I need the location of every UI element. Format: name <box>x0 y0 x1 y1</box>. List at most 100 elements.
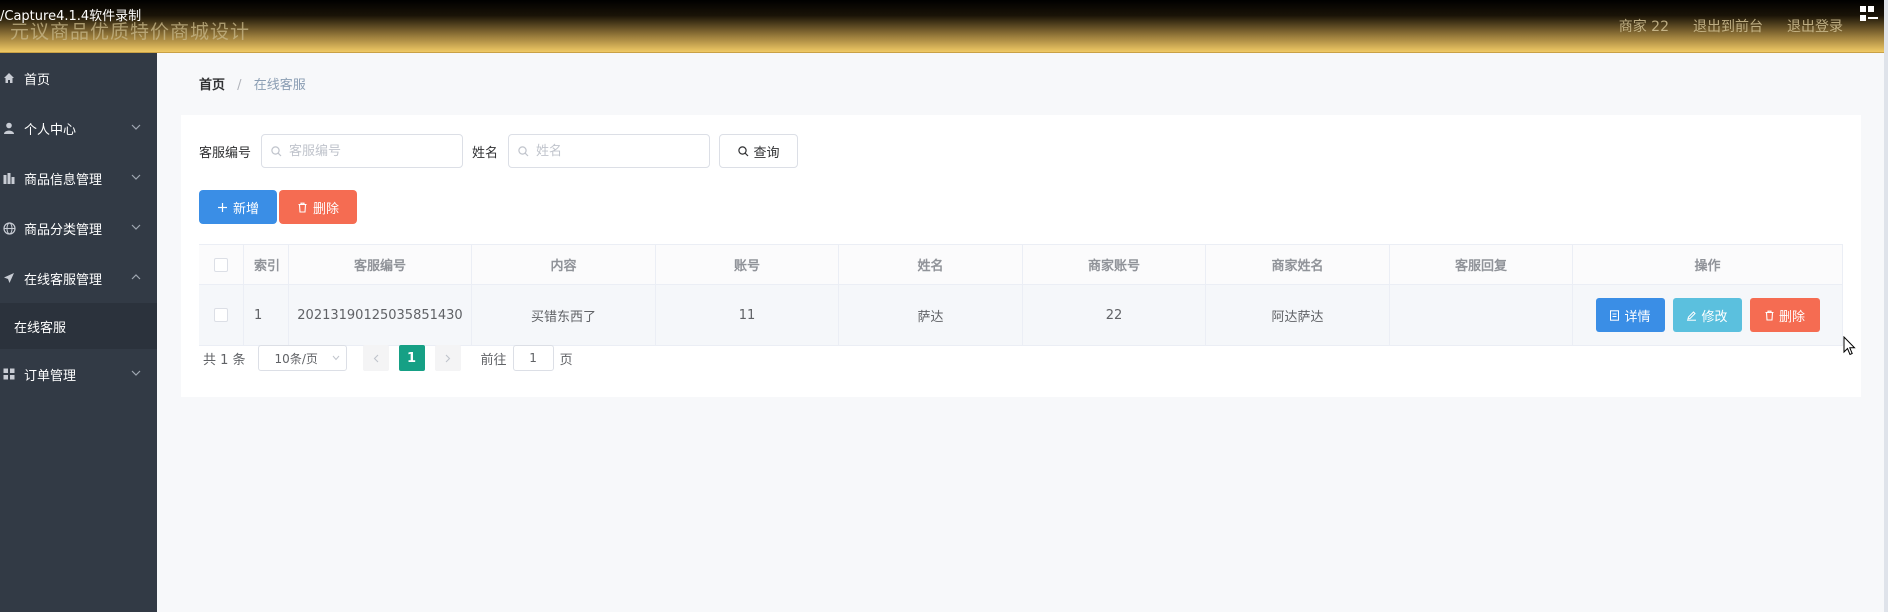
name-input[interactable] <box>509 135 710 167</box>
col-header: 商家姓名 <box>1206 245 1390 284</box>
detail-button[interactable]: 详情 <box>1595 298 1665 332</box>
service-table: 索引 客服编号 内容 账号 姓名 商家账号 商家姓名 客服回复 操作 1 202… <box>199 244 1843 346</box>
front-link[interactable]: 退出到前台 <box>1693 16 1763 36</box>
total-count: 共 1 条 <box>203 352 246 368</box>
cell-service-no: 20213190125035851430 <box>289 285 472 345</box>
recorder-watermark: /Capture4.1.4软件录制 <box>0 9 142 24</box>
sidebar-item-label: 首页 <box>24 72 51 88</box>
chevron-down-icon <box>131 370 141 376</box>
sidebar-item-label: 个人中心 <box>24 122 77 138</box>
sidebar-item-home[interactable]: 首页 <box>0 53 157 103</box>
grid-icon <box>2 367 16 381</box>
breadcrumb-home[interactable]: 首页 <box>199 78 225 93</box>
current-user: 商家 22 <box>1618 19 1669 35</box>
delete-button-label: 删除 <box>312 201 339 217</box>
sidebar-item-product-category[interactable]: 商品分类管理 <box>0 203 157 253</box>
fullscreen-grid-icon[interactable] <box>1860 6 1878 22</box>
breadcrumb-separator: / <box>237 78 242 93</box>
main-content: 首页 / 在线客服 客服编号 姓名 查询 新增 <box>157 53 1884 612</box>
col-header: 内容 <box>472 245 656 284</box>
cell-content: 买错东西了 <box>472 285 656 345</box>
edit-label: 修改 <box>1701 309 1728 325</box>
sidebar-item-online-service-mgmt[interactable]: 在线客服管理 <box>0 253 157 303</box>
cell-merchant-account: 22 <box>1023 285 1206 345</box>
header-links: 商家 22 退出到前台 退出登录 <box>1619 16 1843 36</box>
query-button-label: 查询 <box>753 145 780 161</box>
name-field[interactable] <box>508 134 711 168</box>
chevron-down-icon <box>131 174 141 180</box>
goto-page-input[interactable] <box>512 345 554 371</box>
breadcrumb-current: 在线客服 <box>253 78 306 93</box>
chevron-up-icon <box>131 274 141 280</box>
table-row: 1 20213190125035851430 买错东西了 11 萨达 22 阿达… <box>199 285 1843 346</box>
pagination: 共 1 条 10条/页 1 前往 页 <box>203 345 573 371</box>
cell-index: 1 <box>244 285 289 345</box>
page-number-current[interactable]: 1 <box>398 345 425 371</box>
cell-reply <box>1390 285 1573 345</box>
top-header: 元议商品优质特价商城设计 商家 22 退出到前台 退出登录 <box>0 0 1888 53</box>
service-no-label: 客服编号 <box>199 145 252 161</box>
edit-button[interactable]: 修改 <box>1672 298 1742 332</box>
query-button[interactable]: 查询 <box>719 134 799 168</box>
chevron-left-icon <box>373 354 378 362</box>
chevron-down-icon <box>131 224 141 230</box>
sidebar: 首页 个人中心 商品信息管理 商品分类管理 在线客服管理 在线客服 订单管理 <box>0 53 157 612</box>
cell-actions: 详情 修改 删除 <box>1573 285 1843 345</box>
batch-delete-button[interactable]: 删除 <box>279 190 357 224</box>
col-header: 商家账号 <box>1023 245 1206 284</box>
edit-icon <box>1687 310 1697 321</box>
sidebar-item-product-info[interactable]: 商品信息管理 <box>0 153 157 203</box>
row-checkbox[interactable] <box>214 308 228 322</box>
page-suffix: 页 <box>559 352 573 368</box>
document-icon <box>1610 309 1620 321</box>
add-button[interactable]: 新增 <box>199 190 277 224</box>
trash-icon <box>1765 310 1774 321</box>
sidebar-subitem-online-service[interactable]: 在线客服 <box>0 303 157 349</box>
trash-icon <box>298 202 307 213</box>
sidebar-item-label: 订单管理 <box>24 368 77 384</box>
window-edge <box>1884 0 1888 612</box>
name-label: 姓名 <box>472 145 499 161</box>
send-icon <box>2 271 16 285</box>
mouse-cursor-icon <box>1843 336 1856 356</box>
sidebar-item-personal-center[interactable]: 个人中心 <box>0 103 157 153</box>
logout-link[interactable]: 退出登录 <box>1787 16 1843 36</box>
next-page-button[interactable] <box>434 345 461 371</box>
home-icon <box>2 71 16 85</box>
sidebar-item-orders[interactable]: 订单管理 <box>0 349 157 399</box>
col-header: 客服回复 <box>1390 245 1573 284</box>
goto-label: 前往 <box>480 352 507 368</box>
action-bar: 新增 删除 <box>199 190 357 224</box>
sidebar-item-label: 商品信息管理 <box>24 172 103 188</box>
globe-icon <box>2 221 16 235</box>
search-icon <box>271 146 282 157</box>
chart-icon <box>2 171 16 185</box>
chevron-right-icon <box>445 354 450 362</box>
search-form: 客服编号 姓名 查询 <box>199 134 799 168</box>
page-size-select[interactable]: 10条/页 <box>257 345 347 371</box>
col-header: 客服编号 <box>289 245 472 284</box>
select-all-checkbox[interactable] <box>214 257 228 272</box>
service-no-field[interactable] <box>261 134 464 168</box>
col-header: 操作 <box>1573 245 1843 284</box>
content-card: 客服编号 姓名 查询 新增 删除 <box>181 115 1861 397</box>
search-icon <box>518 146 529 157</box>
cell-merchant-name: 阿达萨达 <box>1206 285 1390 345</box>
col-header: 账号 <box>656 245 839 284</box>
user-icon <box>2 121 16 135</box>
service-no-input[interactable] <box>262 135 463 167</box>
chevron-down-icon <box>131 124 141 130</box>
table-header: 索引 客服编号 内容 账号 姓名 商家账号 商家姓名 客服回复 操作 <box>199 245 1843 285</box>
row-select-cell <box>199 285 244 345</box>
search-icon <box>737 145 748 156</box>
row-delete-button[interactable]: 删除 <box>1749 298 1820 332</box>
cell-account: 11 <box>656 285 839 345</box>
prev-page-button[interactable] <box>362 345 389 371</box>
plus-icon <box>217 202 227 212</box>
sidebar-item-label: 在线客服管理 <box>24 272 103 288</box>
detail-label: 详情 <box>1624 309 1651 325</box>
row-delete-label: 删除 <box>1778 309 1805 325</box>
page-size-value: 10条/页 <box>274 351 318 366</box>
col-header: 姓名 <box>839 245 1023 284</box>
chevron-down-icon <box>332 355 339 361</box>
